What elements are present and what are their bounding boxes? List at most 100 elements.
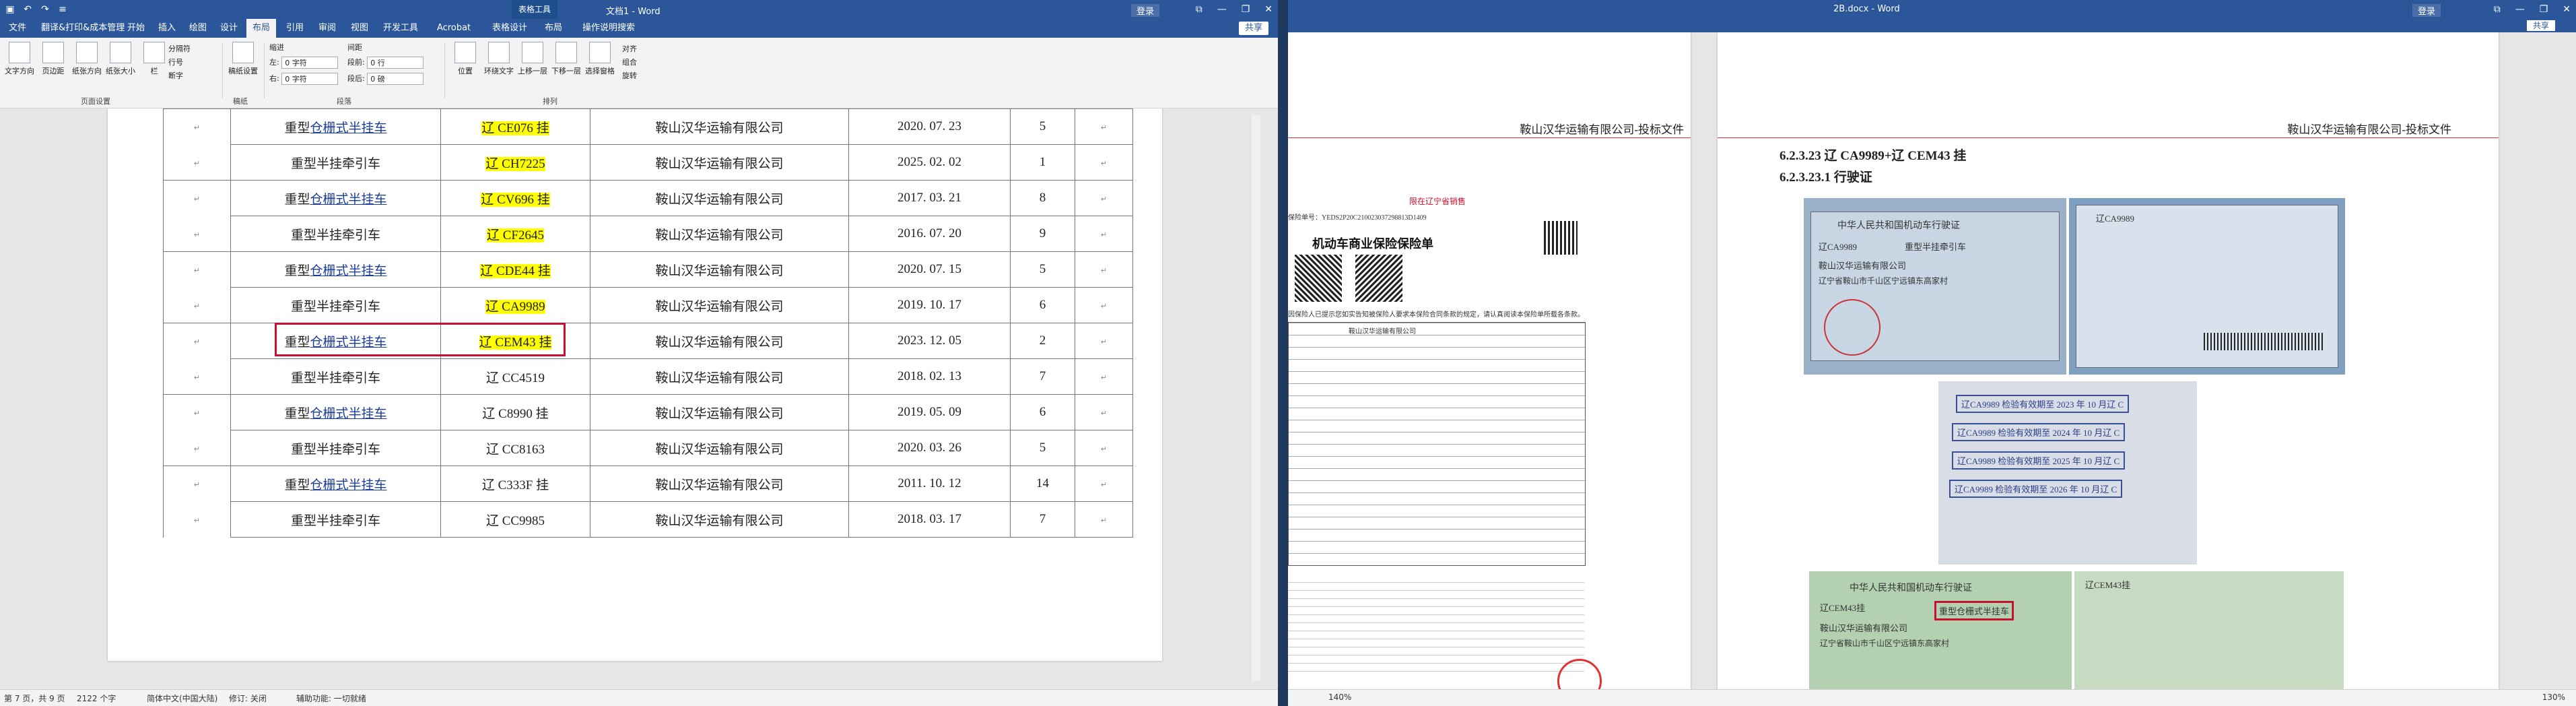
vehicle-type-cell[interactable]: 重型仓栅式半挂车 bbox=[230, 180, 441, 216]
years-cell[interactable]: 5 bbox=[1010, 108, 1075, 145]
row-merge-cell[interactable]: ↵ bbox=[163, 144, 231, 181]
plate-number-cell[interactable]: 辽 CH7225 bbox=[440, 144, 590, 181]
space-after-input[interactable]: 0 磅 bbox=[367, 73, 424, 85]
row-merge-cell[interactable]: ↵ bbox=[163, 216, 231, 252]
manuscript-button[interactable]: 稿纸设置 bbox=[226, 42, 260, 76]
bring-forward-button[interactable]: 上移一层 bbox=[516, 42, 549, 76]
vehicle-type-cell[interactable]: 重型半挂牵引车 bbox=[230, 501, 441, 538]
row-merge-cell[interactable]: ↵ bbox=[163, 323, 231, 359]
years-cell[interactable]: 6 bbox=[1010, 394, 1075, 430]
plate-number-cell[interactable]: 辽 CE076 挂 bbox=[440, 108, 590, 145]
owner-company-cell[interactable]: 鞍山汉华运输有限公司 bbox=[590, 501, 849, 538]
zoom-level-right[interactable]: 130% bbox=[2542, 693, 2565, 702]
table-row[interactable]: ↵ 重型仓栅式半挂车辽 CV696 挂鞍山汉华运输有限公司 2017. 03. 21… bbox=[163, 180, 1133, 216]
indent-left-input[interactable]: 0 字符 bbox=[281, 57, 339, 69]
margins-button[interactable]: 页边距 bbox=[36, 42, 70, 76]
tab-insert[interactable]: 插入 bbox=[152, 19, 182, 38]
line-numbers-button[interactable]: 行号 bbox=[168, 57, 183, 67]
zoom-level-left[interactable]: 140% bbox=[1328, 693, 1351, 702]
registration-date-cell[interactable]: 2020. 03. 26 bbox=[848, 430, 1011, 466]
years-cell[interactable]: 1 bbox=[1010, 144, 1075, 181]
plate-number-cell[interactable]: 辽 CF2645 bbox=[440, 216, 590, 252]
owner-company-cell[interactable]: 鞍山汉华运输有限公司 bbox=[590, 323, 849, 359]
registration-date-cell[interactable]: 2019. 05. 09 bbox=[848, 394, 1011, 430]
document-area[interactable]: ↵ 重型仓栅式半挂车辽 CE076 挂鞍山汉华运输有限公司 2020. 07. 23… bbox=[0, 108, 1278, 690]
owner-company-cell[interactable]: 鞍山汉华运输有限公司 bbox=[590, 430, 849, 466]
row-merge-cell[interactable]: ↵ bbox=[163, 501, 231, 538]
group-button[interactable]: 组合 bbox=[622, 57, 637, 67]
share-button[interactable]: 共享 bbox=[1239, 22, 1269, 35]
remark-cell[interactable]: ↵ bbox=[1075, 216, 1133, 252]
table-row[interactable]: ↵ 重型半挂牵引车辽 CH7225 鞍山汉华运输有限公司 2025. 02. 02 1 ↵ bbox=[163, 144, 1133, 181]
years-cell[interactable]: 14 bbox=[1010, 466, 1075, 502]
document-area[interactable]: 鞍山汉华运输有限公司-投标文件 限在辽宁省销售 保险单号：YEDS2P20C21… bbox=[1288, 32, 2576, 690]
page-count[interactable]: 第 7 页，共 9 页 bbox=[4, 693, 65, 704]
word-count[interactable]: 2122 个字 bbox=[77, 693, 116, 704]
plate-number-cell[interactable]: 辽 CA9989 bbox=[440, 287, 590, 323]
tell-me-search[interactable]: 操作说明搜索 bbox=[576, 19, 641, 38]
table-row[interactable]: ↵ 重型仓栅式半挂车辽 C333F 挂鞍山汉华运输有限公司 2011. 10. 12… bbox=[163, 466, 1133, 502]
years-cell[interactable]: 5 bbox=[1010, 430, 1075, 466]
years-cell[interactable]: 5 bbox=[1010, 251, 1075, 288]
table-row[interactable]: ↵ 重型仓栅式半挂车辽 C8990 挂鞍山汉华运输有限公司 2019. 05. 09… bbox=[163, 394, 1133, 430]
plate-number-cell[interactable]: 辽 C333F 挂 bbox=[440, 466, 590, 502]
registration-date-cell[interactable]: 2025. 02. 02 bbox=[848, 144, 1011, 181]
plate-number-cell[interactable]: 辽 C8990 挂 bbox=[440, 394, 590, 430]
table-row[interactable]: ↵ 重型半挂牵引车辽 CC9985 鞍山汉华运输有限公司 2018. 03. 17 7 ↵ bbox=[163, 501, 1133, 538]
vehicle-type-cell[interactable]: 重型半挂牵引车 bbox=[230, 216, 441, 252]
accessibility-status[interactable]: 辅助功能: 一切就绪 bbox=[296, 693, 366, 704]
remark-cell[interactable]: ↵ bbox=[1075, 394, 1133, 430]
tab-table-design[interactable]: 表格设计 bbox=[486, 19, 533, 38]
vehicle-type-cell[interactable]: 重型仓栅式半挂车 bbox=[230, 108, 441, 145]
sign-in-button[interactable]: 登录 bbox=[2412, 4, 2441, 17]
table-row[interactable]: ↵ 重型半挂牵引车辽 CF2645 鞍山汉华运输有限公司 2016. 07. 20 9 ↵ bbox=[163, 216, 1133, 252]
row-merge-cell[interactable]: ↵ bbox=[163, 251, 231, 288]
language[interactable]: 简体中文(中国大陆) bbox=[147, 693, 217, 704]
years-cell[interactable]: 7 bbox=[1010, 501, 1075, 538]
tab-design[interactable]: 设计 bbox=[214, 19, 244, 38]
remark-cell[interactable]: ↵ bbox=[1075, 108, 1133, 145]
registration-date-cell[interactable]: 2019. 10. 17 bbox=[848, 287, 1011, 323]
table-row[interactable]: ↵ 重型半挂牵引车辽 CA9989 鞍山汉华运输有限公司 2019. 10. 17 6 ↵ bbox=[163, 287, 1133, 323]
space-before-input[interactable]: 0 行 bbox=[367, 57, 424, 69]
remark-cell[interactable]: ↵ bbox=[1075, 180, 1133, 216]
owner-company-cell[interactable]: 鞍山汉华运输有限公司 bbox=[590, 251, 849, 288]
rotate-button[interactable]: 旋转 bbox=[622, 70, 637, 81]
plate-number-cell[interactable]: 辽 CC9985 bbox=[440, 501, 590, 538]
owner-company-cell[interactable]: 鞍山汉华运输有限公司 bbox=[590, 216, 849, 252]
document-page[interactable]: ↵ 重型仓栅式半挂车辽 CE076 挂鞍山汉华运输有限公司 2020. 07. 23… bbox=[108, 108, 1162, 661]
owner-company-cell[interactable]: 鞍山汉华运输有限公司 bbox=[590, 287, 849, 323]
years-cell[interactable]: 9 bbox=[1010, 216, 1075, 252]
owner-company-cell[interactable]: 鞍山汉华运输有限公司 bbox=[590, 108, 849, 145]
owner-company-cell[interactable]: 鞍山汉华运输有限公司 bbox=[590, 358, 849, 395]
registration-date-cell[interactable]: 2020. 07. 23 bbox=[848, 108, 1011, 145]
indent-right-input[interactable]: 0 字符 bbox=[281, 73, 339, 85]
tab-developer[interactable]: 开发工具 bbox=[377, 19, 424, 38]
owner-company-cell[interactable]: 鞍山汉华运输有限公司 bbox=[590, 466, 849, 502]
align-button[interactable]: 对齐 bbox=[622, 43, 637, 54]
registration-date-cell[interactable]: 2016. 07. 20 bbox=[848, 216, 1011, 252]
row-merge-cell[interactable]: ↵ bbox=[163, 430, 231, 466]
plate-number-cell[interactable]: 辽 CC4519 bbox=[440, 358, 590, 395]
tab-acrobat[interactable]: Acrobat bbox=[431, 19, 477, 38]
vehicle-type-cell[interactable]: 重型仓栅式半挂车 bbox=[230, 394, 441, 430]
text-direction-button[interactable]: 文字方向 bbox=[3, 42, 36, 76]
hyphenation-button[interactable]: 断字 bbox=[168, 70, 183, 81]
remark-cell[interactable]: ↵ bbox=[1075, 358, 1133, 395]
vehicle-type-cell[interactable]: 重型半挂牵引车 bbox=[230, 144, 441, 181]
track-changes[interactable]: 修订: 关闭 bbox=[229, 693, 267, 704]
ribbon-display-icon[interactable]: ⧉ bbox=[2494, 4, 2501, 15]
vehicle-type-cell[interactable]: 重型半挂牵引车 bbox=[230, 287, 441, 323]
row-merge-cell[interactable]: ↵ bbox=[163, 358, 231, 395]
ribbon-display-icon[interactable]: ⧉ bbox=[1196, 4, 1202, 15]
table-row[interactable]: ↵ 重型半挂牵引车辽 CC4519 鞍山汉华运输有限公司 2018. 02. 13 7 ↵ bbox=[163, 358, 1133, 395]
restore-icon[interactable]: ❐ bbox=[1242, 4, 1250, 15]
close-icon[interactable]: ✕ bbox=[2563, 4, 2571, 15]
vertical-scrollbar[interactable] bbox=[1250, 115, 1260, 681]
owner-company-cell[interactable]: 鞍山汉华运输有限公司 bbox=[590, 394, 849, 430]
registration-date-cell[interactable]: 2023. 12. 05 bbox=[848, 323, 1011, 359]
owner-company-cell[interactable]: 鞍山汉华运输有限公司 bbox=[590, 180, 849, 216]
years-cell[interactable]: 6 bbox=[1010, 287, 1075, 323]
share-button[interactable]: 共享 bbox=[2527, 20, 2556, 31]
tab-layout[interactable]: 布局 bbox=[246, 19, 277, 38]
